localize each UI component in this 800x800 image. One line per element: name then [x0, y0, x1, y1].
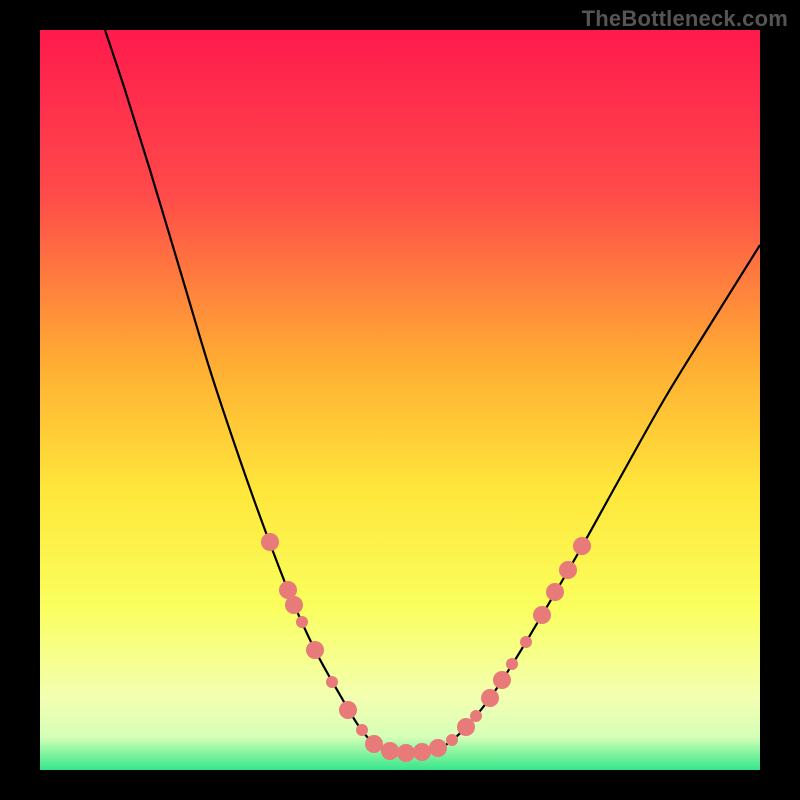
watermark-text: TheBottleneck.com: [582, 6, 788, 32]
data-markers: [261, 533, 591, 762]
data-marker: [559, 561, 577, 579]
data-marker: [339, 701, 357, 719]
data-marker: [533, 606, 551, 624]
data-marker: [470, 710, 482, 722]
bottleneck-curve: [105, 30, 760, 753]
data-marker: [397, 744, 415, 762]
chart-container: TheBottleneck.com: [0, 0, 800, 800]
data-marker: [493, 671, 511, 689]
data-marker: [481, 689, 499, 707]
data-marker: [326, 676, 338, 688]
data-marker: [546, 583, 564, 601]
data-marker: [261, 533, 279, 551]
data-marker: [429, 739, 447, 757]
data-marker: [413, 743, 431, 761]
data-marker: [506, 658, 518, 670]
data-marker: [285, 596, 303, 614]
data-marker: [573, 537, 591, 555]
data-marker: [296, 616, 308, 628]
data-marker: [365, 735, 383, 753]
data-marker: [446, 734, 458, 746]
curve-overlay: [40, 30, 760, 770]
data-marker: [520, 636, 532, 648]
data-marker: [381, 742, 399, 760]
plot-area: [40, 30, 760, 770]
data-marker: [356, 724, 368, 736]
data-marker: [306, 641, 324, 659]
